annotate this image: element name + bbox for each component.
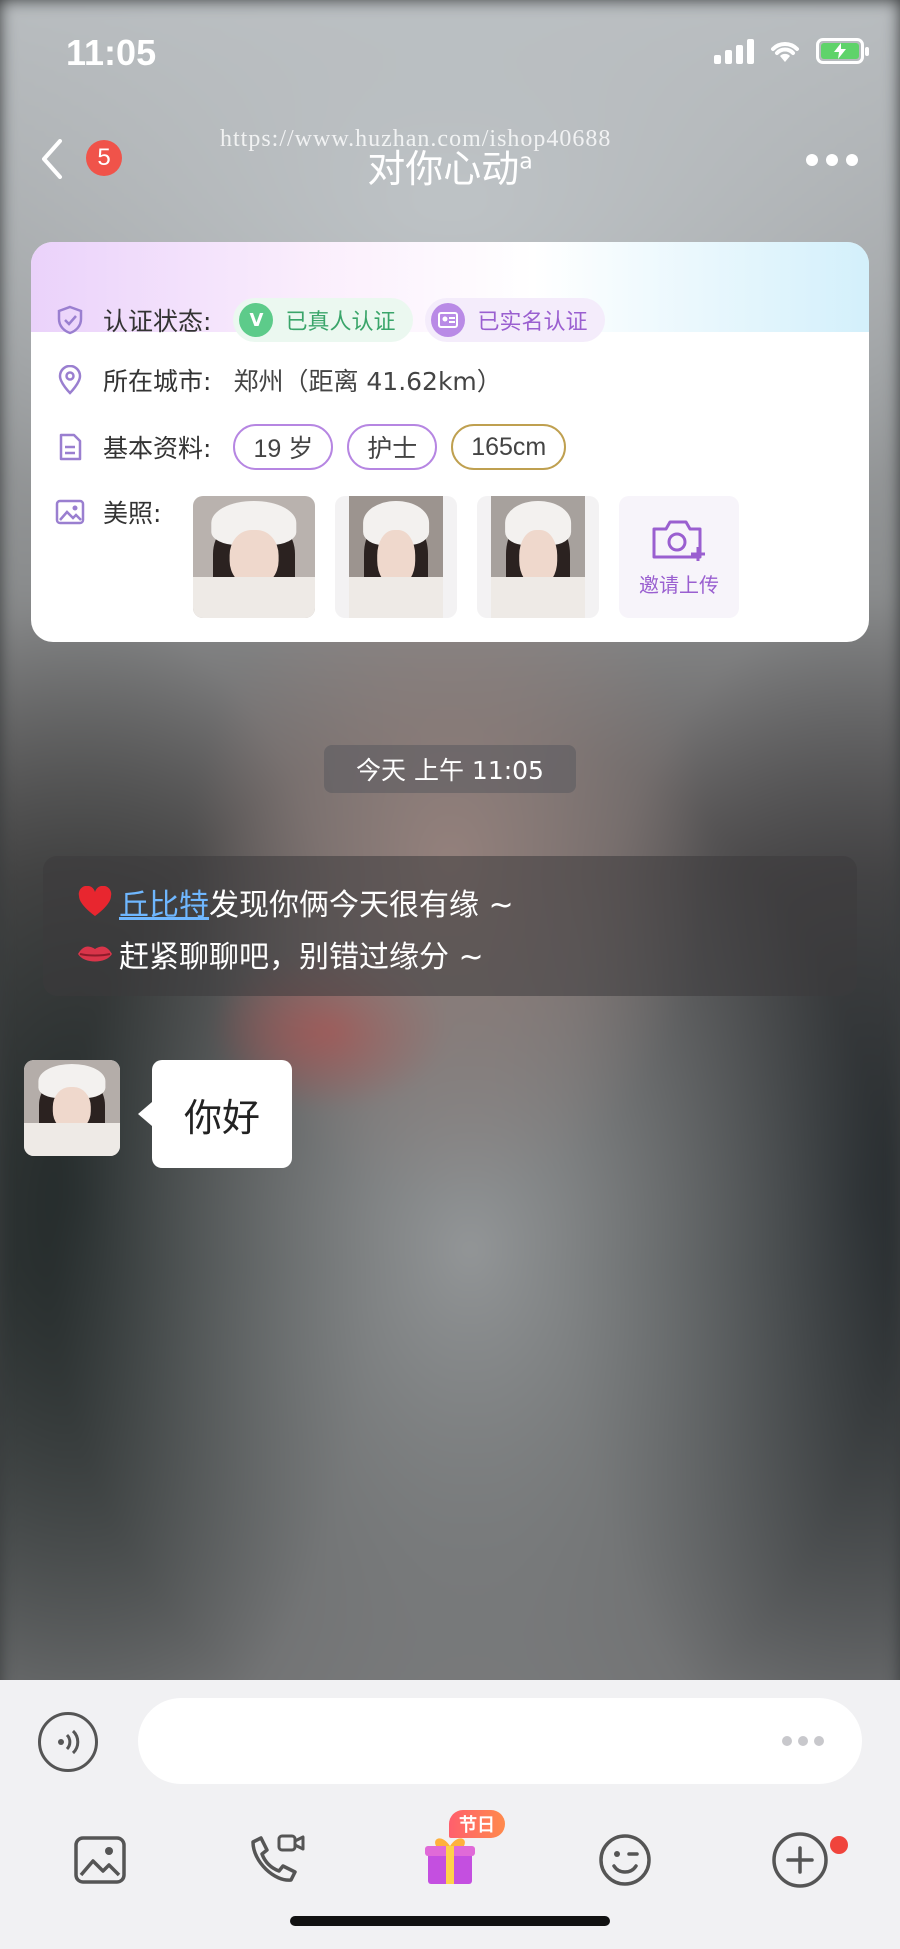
- profile-card: 认证状态: V 已真人认证 已实名认证 所在城市: 郑州（距离 41.62km）…: [31, 242, 869, 642]
- id-card-icon: [431, 303, 466, 337]
- real-person-verified-badge: V 已真人认证: [233, 298, 414, 342]
- message-bubble[interactable]: 你好: [137, 1060, 293, 1168]
- image-icon: [74, 1836, 126, 1884]
- gift-icon: [425, 1838, 475, 1884]
- system-message-line-2-text: 赶紧聊聊吧，别错过缘分 ~: [119, 940, 484, 975]
- real-name-verified-badge: 已实名认证: [425, 298, 606, 342]
- real-person-verified-text: 已真人认证: [285, 310, 396, 335]
- status-icons: [714, 38, 869, 64]
- verify-label: 认证状态:: [103, 307, 212, 336]
- city-value: 郑州（距离 41.62km）: [233, 367, 502, 396]
- verify-row: 认证状态: V 已真人认证 已实名认证: [55, 298, 617, 342]
- more-features-button[interactable]: [768, 1828, 832, 1892]
- photos-row: 美照:: [55, 494, 183, 530]
- basic-info-row: 基本资料: 19 岁 护士 165cm: [55, 424, 580, 470]
- city-label: 所在城市:: [103, 367, 212, 396]
- input-bar: 节日: [0, 1680, 900, 1949]
- chat-title-superscript: a: [519, 149, 533, 175]
- location-pin-icon: [55, 365, 85, 395]
- system-message-line-1-text: 发现你俩今天很有缘 ~: [209, 888, 514, 923]
- send-image-button[interactable]: [68, 1828, 132, 1892]
- photo-gallery: 邀请上传: [193, 496, 739, 618]
- profile-photo[interactable]: [477, 496, 599, 618]
- chat-title-text: 对你心动: [367, 147, 520, 191]
- signal-icon: [714, 38, 754, 64]
- status-time: 11:05: [66, 32, 157, 73]
- age-tag: 19 岁: [233, 424, 334, 470]
- video-call-button[interactable]: [244, 1828, 308, 1892]
- real-name-verified-text: 已实名认证: [477, 310, 588, 335]
- image-icon: [55, 497, 85, 527]
- verified-v-icon: V: [239, 303, 274, 337]
- holiday-badge: 节日: [449, 1810, 505, 1838]
- more-options-button[interactable]: [806, 154, 858, 166]
- battery-icon: [816, 38, 869, 64]
- photos-label: 美照:: [103, 499, 162, 528]
- toolbar: [0, 1828, 900, 1908]
- video-call-icon: [251, 1834, 305, 1882]
- profile-photo[interactable]: [335, 496, 457, 618]
- avatar[interactable]: [24, 1060, 120, 1156]
- basic-info-label: 基本资料:: [103, 434, 212, 463]
- height-tag: 165cm: [451, 424, 567, 470]
- invite-upload-label: 邀请上传: [639, 572, 719, 597]
- status-bar: 11:05: [0, 0, 900, 110]
- camera-plus-icon: [652, 520, 705, 561]
- plus-icon: [772, 1832, 828, 1888]
- occupation-tag: 护士: [347, 424, 438, 470]
- system-message-line-2: 赶紧聊聊吧，别错过缘分 ~: [75, 928, 825, 980]
- profile-photo[interactable]: [193, 496, 315, 618]
- chat-header: 5 对你心动a https://www.huzhan.com/ishop4068…: [0, 110, 900, 210]
- notification-dot: [830, 1836, 848, 1854]
- system-message: 丘比特 发现你俩今天很有缘 ~ 赶紧聊聊吧，别错过缘分 ~: [43, 856, 857, 996]
- system-message-line-1: 丘比特 发现你俩今天很有缘 ~: [75, 876, 825, 928]
- city-row: 所在城市: 郑州（距离 41.62km）: [55, 362, 502, 398]
- voice-icon: [58, 1729, 80, 1755]
- heart-icon: [75, 886, 115, 918]
- emoji-icon: [599, 1834, 651, 1886]
- voice-input-button[interactable]: [38, 1712, 98, 1772]
- home-indicator[interactable]: [290, 1916, 610, 1926]
- message-input[interactable]: [138, 1698, 862, 1784]
- watermark-text: https://www.huzhan.com/ishop40688: [220, 126, 612, 152]
- emoji-button[interactable]: [593, 1828, 657, 1892]
- input-more-icon[interactable]: [782, 1736, 824, 1746]
- message-timestamp: 今天 上午 11:05: [324, 745, 576, 793]
- cupid-link[interactable]: 丘比特: [119, 880, 209, 924]
- lips-icon: [75, 942, 115, 966]
- wifi-icon: [771, 42, 799, 62]
- shield-check-icon: [55, 305, 85, 335]
- document-icon: [55, 432, 85, 462]
- invite-upload-button[interactable]: 邀请上传: [619, 496, 739, 618]
